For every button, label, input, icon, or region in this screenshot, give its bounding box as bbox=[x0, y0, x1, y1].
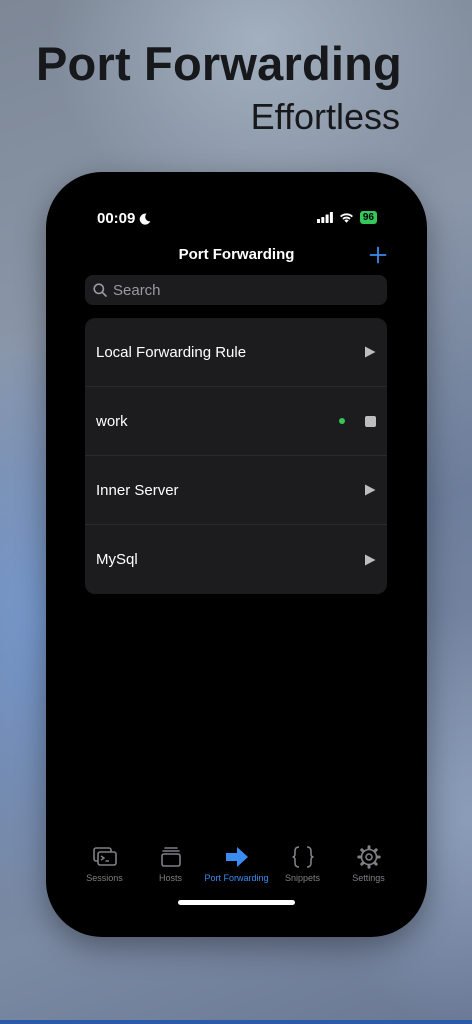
tab-label: Settings bbox=[352, 873, 385, 883]
rule-row-work[interactable]: work bbox=[85, 387, 387, 456]
running-status-dot bbox=[339, 418, 345, 424]
clock-label: 00:09 bbox=[97, 210, 136, 227]
battery-indicator: 96 bbox=[359, 211, 377, 224]
gear-icon bbox=[356, 845, 381, 869]
rule-name: Local Forwarding Rule bbox=[96, 343, 247, 361]
play-icon[interactable] bbox=[364, 554, 376, 566]
tab-label: Hosts bbox=[158, 873, 182, 883]
tab-label: Snippets bbox=[284, 873, 321, 883]
search-icon bbox=[93, 283, 107, 297]
status-time: 00:09 bbox=[97, 210, 151, 227]
tab-settings[interactable]: Settings bbox=[336, 844, 402, 894]
rule-name: Inner Server bbox=[96, 481, 179, 499]
hero-title: Port Forwarding bbox=[36, 37, 402, 90]
play-icon[interactable] bbox=[364, 484, 376, 496]
status-indicators: 96 bbox=[316, 211, 377, 224]
play-icon[interactable] bbox=[364, 346, 376, 358]
phone-frame: 00:09 96 Port Forwarding Local Forw bbox=[46, 172, 427, 937]
terminal-windows-icon bbox=[92, 847, 117, 866]
add-rule-button[interactable] bbox=[369, 246, 387, 264]
hero-subtitle: Effortless bbox=[250, 96, 400, 137]
tab-bar: Sessions Hosts Port Forwarding Snippets bbox=[46, 844, 427, 894]
tab-hosts[interactable]: Hosts bbox=[138, 844, 204, 894]
tab-label: Port Forwarding bbox=[204, 873, 269, 883]
search-bar[interactable] bbox=[85, 275, 387, 305]
cellular-signal-icon bbox=[316, 212, 333, 223]
tab-label: Sessions bbox=[86, 873, 123, 883]
stop-icon[interactable] bbox=[365, 415, 376, 427]
server-stack-icon bbox=[160, 847, 181, 867]
tab-port-forwarding[interactable]: Port Forwarding bbox=[204, 844, 270, 894]
rule-name: work bbox=[96, 412, 128, 430]
bottom-strip bbox=[0, 1020, 472, 1024]
rule-row-inner-server[interactable]: Inner Server bbox=[85, 456, 387, 525]
rule-row-local-forwarding-rule[interactable]: Local Forwarding Rule bbox=[85, 318, 387, 387]
tab-snippets[interactable]: Snippets bbox=[270, 844, 336, 894]
moon-icon bbox=[140, 213, 151, 225]
braces-icon bbox=[291, 846, 314, 868]
home-indicator bbox=[178, 900, 295, 905]
rule-list: Local Forwarding Rule work Inner Server … bbox=[85, 318, 387, 594]
arrow-right-icon bbox=[225, 847, 248, 867]
wifi-icon bbox=[339, 213, 353, 223]
plus-icon bbox=[369, 246, 387, 264]
rule-name: MySql bbox=[96, 551, 138, 568]
search-input[interactable] bbox=[113, 281, 363, 299]
tab-sessions[interactable]: Sessions bbox=[72, 844, 138, 894]
rule-row-mysql[interactable]: MySql bbox=[85, 525, 387, 594]
